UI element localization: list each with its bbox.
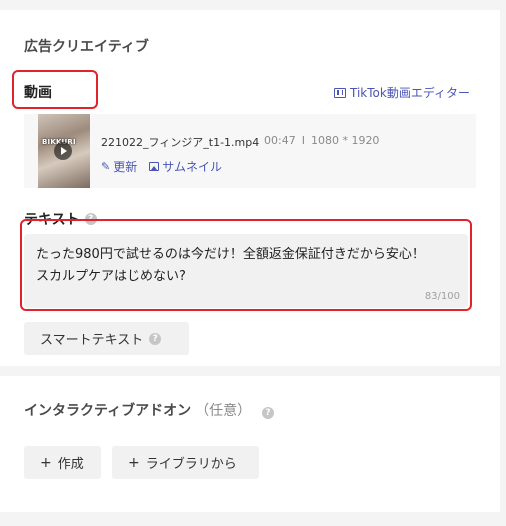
video-resolution: 1080 * 1920 [310, 134, 380, 147]
character-counter: 83/100 [424, 291, 460, 302]
play-icon[interactable] [54, 142, 72, 160]
meta-separator: I [301, 134, 305, 147]
video-thumbnail[interactable]: BIKKURI [38, 114, 90, 188]
video-label: 動画 [24, 85, 52, 101]
thumbnail-label: サムネイル [162, 160, 222, 174]
from-library-button[interactable]: + ライブラリから [112, 446, 259, 479]
ad-text-input[interactable]: たった980円で試せるのは今だけ！全額返金保証付きだから安心！ スカルプケアはじ… [24, 234, 468, 308]
video-duration: 00:47 [264, 134, 296, 147]
thumbnail-button[interactable]: サムネイル [149, 158, 222, 175]
interactive-addon-title-row: インタラクティブアドオン （任意） ? [24, 400, 275, 420]
video-item: BIKKURI 221022_フィンジア_t1-1.mp4 00:47 I 1080… [24, 114, 476, 188]
interactive-addon-title: インタラクティブアドオン [24, 403, 192, 419]
video-filename: 221022_フィンジア_t1-1.mp4 [101, 136, 260, 149]
create-button[interactable]: + 作成 [24, 446, 101, 479]
pencil-icon: ✎ [101, 160, 111, 173]
plus-icon: + [128, 454, 140, 471]
video-meta: 00:47 I 1080 * 1920 [264, 134, 379, 147]
ad-text-value: たった980円で試せるのは今だけ！全額返金保証付きだから安心！ スカルプケアはじ… [36, 247, 425, 284]
smart-text-button[interactable]: スマートテキスト ? [24, 322, 189, 355]
film-icon [334, 87, 346, 98]
update-button[interactable]: ✎ 更新 [101, 158, 137, 175]
optional-label: （任意） [195, 403, 252, 419]
help-icon[interactable]: ? [149, 332, 162, 345]
image-icon [149, 162, 160, 171]
editor-link-label: TikTok動画エディター [350, 86, 470, 100]
video-actions: ✎ 更新 サムネイル [101, 158, 222, 175]
help-icon[interactable]: ? [262, 407, 275, 419]
ad-creative-card: 広告クリエイティブ 動画 TikTok動画エディター BIKKURI 22102… [0, 10, 500, 366]
update-label: 更新 [113, 160, 138, 174]
interactive-addon-card: インタラクティブアドオン （任意） ? [0, 376, 500, 512]
library-label: ライブラリから [145, 457, 237, 472]
plus-icon: + [40, 454, 52, 471]
create-label: 作成 [57, 457, 84, 472]
smart-text-label: スマートテキスト [40, 333, 144, 348]
ad-creative-title: 広告クリエイティブ [24, 39, 149, 55]
tiktok-video-editor-link[interactable]: TikTok動画エディター [334, 84, 470, 101]
